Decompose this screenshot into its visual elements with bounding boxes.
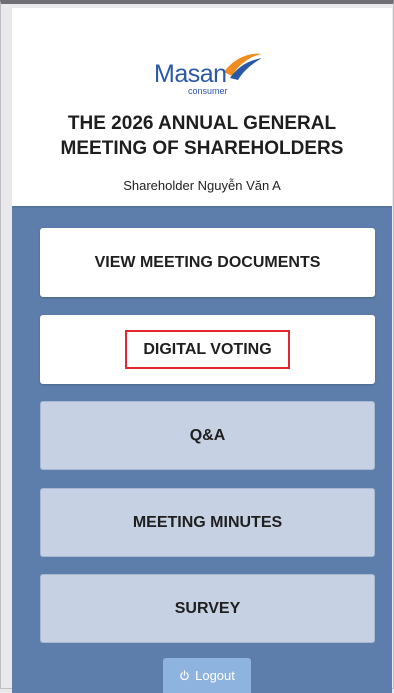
view-meeting-documents-label: VIEW MEETING DOCUMENTS — [94, 253, 321, 271]
logo-swoosh-icon — [224, 53, 262, 80]
survey-label: SURVEY — [174, 599, 241, 617]
meeting-minutes-button[interactable]: MEETING MINUTES — [40, 488, 375, 557]
title-line-1: THE 2026 ANNUAL GENERAL — [67, 113, 337, 134]
digital-voting-label: DIGITAL VOTING — [143, 341, 272, 358]
logo-wordmark: Masan — [154, 60, 227, 88]
digital-voting-highlight: DIGITAL VOTING — [125, 330, 290, 369]
qa-button[interactable]: Q&A — [40, 401, 375, 470]
logo-subtext: consumer — [188, 86, 228, 96]
survey-button[interactable]: SURVEY — [40, 574, 375, 643]
view-meeting-documents-button[interactable]: VIEW MEETING DOCUMENTS — [40, 228, 375, 297]
app-screen: Masan consumer THE 2026 ANNUAL GENERAL M… — [12, 8, 392, 693]
digital-voting-button[interactable]: DIGITAL VOTING — [40, 315, 375, 384]
header-card: Masan consumer THE 2026 ANNUAL GENERAL M… — [12, 8, 392, 206]
logout-label: Logout — [195, 668, 235, 683]
device-frame: Masan consumer THE 2026 ANNUAL GENERAL M… — [0, 0, 394, 693]
logout-button[interactable]: Logout — [163, 658, 251, 693]
meeting-minutes-label: MEETING MINUTES — [132, 513, 283, 531]
masan-consumer-logo: Masan consumer — [152, 46, 262, 96]
qa-label: Q&A — [189, 426, 226, 444]
title-line-2: MEETING OF SHAREHOLDERS — [60, 138, 344, 159]
shareholder-name: Shareholder Nguyễn Văn A — [123, 178, 281, 193]
page-title: THE 2026 ANNUAL GENERAL MEETING OF SHARE… — [32, 111, 372, 161]
power-icon — [180, 670, 189, 681]
